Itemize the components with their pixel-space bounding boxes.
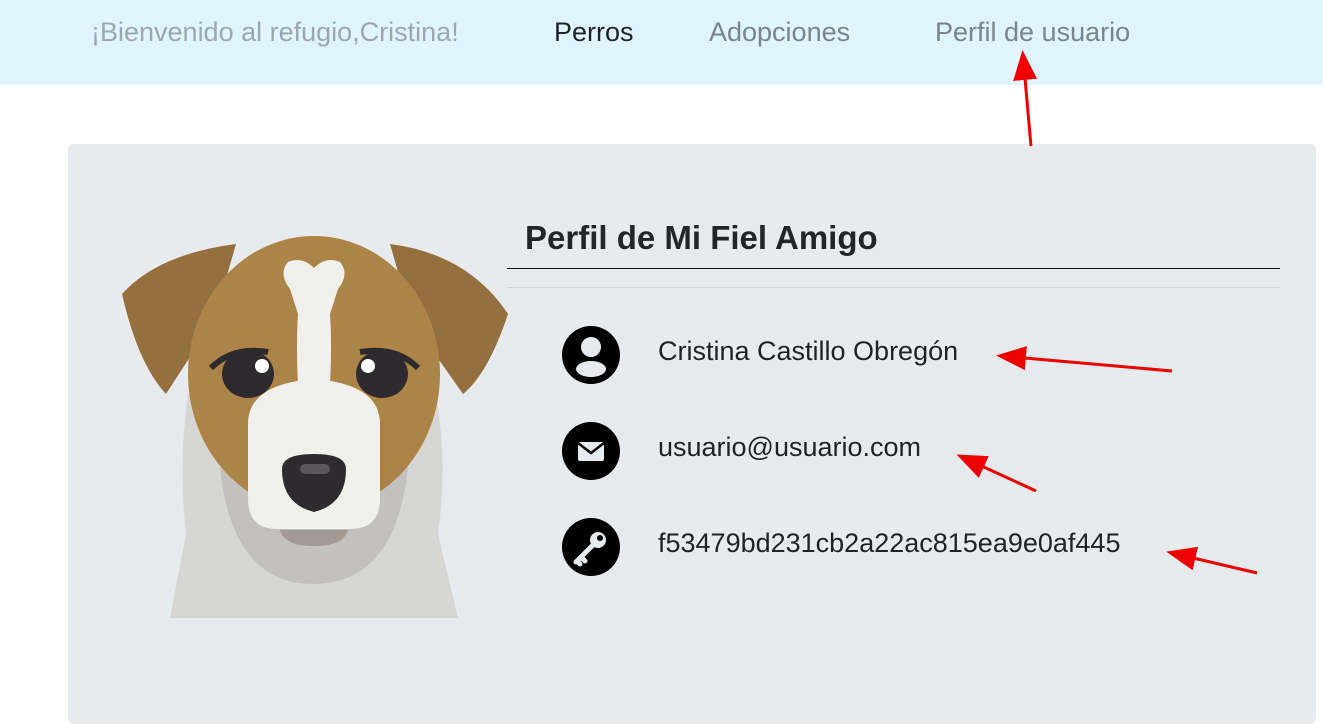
dog-illustration (122, 236, 508, 618)
nav-link-adopciones[interactable]: Adopciones (709, 17, 850, 48)
nav-link-perfil-usuario[interactable]: Perfil de usuario (935, 17, 1130, 48)
profile-title: Perfil de Mi Fiel Amigo (525, 219, 878, 256)
key-icon (562, 518, 620, 576)
envelope-icon (562, 422, 620, 480)
user-full-name: Cristina Castillo Obregón (658, 336, 959, 366)
nav-link-perros[interactable]: Perros (554, 17, 634, 48)
welcome-brand[interactable]: ¡Bienvenido al refugio,Cristina! (91, 17, 459, 48)
user-email: usuario@usuario.com (658, 432, 922, 462)
title-divider (507, 268, 1280, 269)
user-circle-icon (562, 326, 620, 384)
top-navbar: ¡Bienvenido al refugio,Cristina! Perros … (0, 0, 1323, 85)
section-divider (507, 287, 1280, 288)
user-password-hash: f53479bd231cb2a22ac815ea9e0af445 (658, 528, 1121, 558)
